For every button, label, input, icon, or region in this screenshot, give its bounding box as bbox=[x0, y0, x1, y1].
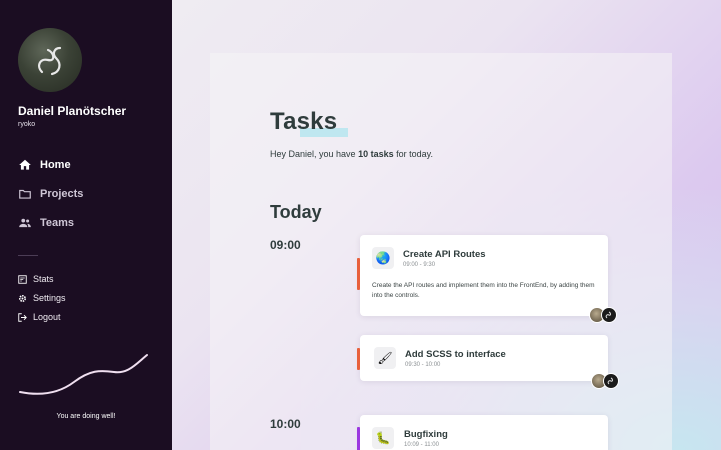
gear-icon bbox=[18, 294, 27, 302]
task-title: Bugfixing bbox=[404, 429, 448, 440]
avatar-logo-icon bbox=[607, 377, 613, 385]
sidebar-item-settings[interactable]: Settings bbox=[18, 293, 66, 303]
avatar[interactable] bbox=[18, 28, 82, 92]
assignee-avatar[interactable] bbox=[601, 307, 617, 323]
nav-item-label: Projects bbox=[40, 188, 84, 200]
avatar-logo-icon bbox=[38, 46, 62, 76]
user-handle: ryoko bbox=[18, 121, 36, 128]
page-title: Tasks bbox=[270, 108, 338, 135]
sidebar-item-label: Stats bbox=[33, 274, 54, 284]
nav-item-label: Home bbox=[40, 159, 71, 171]
brush-icon: 🖌 bbox=[374, 347, 396, 369]
globe-icon: 🌏 bbox=[372, 247, 394, 269]
task-card[interactable]: 🐛 Bugfixing 10:09 - 11:00 bbox=[357, 415, 608, 450]
task-time: 09:00 - 9:30 bbox=[403, 262, 436, 268]
nav-item-home[interactable]: Home bbox=[18, 158, 71, 172]
sidebar-divider bbox=[18, 255, 38, 256]
bug-icon: 🐛 bbox=[372, 427, 394, 449]
sidebar-item-logout[interactable]: Logout bbox=[18, 312, 61, 322]
sidebar-item-label: Logout bbox=[33, 312, 61, 322]
nav-item-projects[interactable]: Projects bbox=[18, 187, 83, 201]
home-icon bbox=[19, 159, 31, 170]
sidebar-item-label: Settings bbox=[33, 293, 66, 303]
task-accent-bar bbox=[357, 348, 360, 370]
greeting-suffix: for today. bbox=[393, 149, 433, 159]
task-accent-bar bbox=[357, 427, 360, 450]
status-message: You are doing well! bbox=[56, 413, 116, 420]
task-time: 09:30 - 10:00 bbox=[405, 362, 441, 368]
time-label: 09:00 bbox=[270, 238, 301, 252]
time-label: 10:00 bbox=[270, 417, 301, 431]
task-title: Create API Routes bbox=[403, 249, 486, 260]
section-heading: Today bbox=[270, 202, 322, 222]
task-title: Add SCSS to interface bbox=[405, 349, 506, 360]
nav-item-label: Teams bbox=[40, 217, 75, 229]
sidebar-item-stats[interactable]: Stats bbox=[18, 274, 54, 284]
task-time: 10:09 - 11:00 bbox=[404, 442, 439, 448]
stats-icon bbox=[18, 274, 27, 284]
page-title-wrapper: Tasks bbox=[270, 108, 348, 137]
folder-icon bbox=[19, 189, 31, 199]
task-card[interactable]: 🌏 Create API Routes 09:00 - 9:30 Create … bbox=[357, 235, 608, 316]
logout-icon bbox=[18, 312, 27, 322]
avatar-logo-icon bbox=[605, 311, 611, 319]
progress-wave-graphic bbox=[19, 354, 148, 395]
assignee-group bbox=[591, 373, 619, 389]
nav-item-teams[interactable]: Teams bbox=[18, 216, 74, 230]
sidebar: Daniel Planötscher ryoko Home Projects T… bbox=[0, 0, 172, 450]
greeting-prefix: Hey Daniel, you have bbox=[270, 149, 359, 159]
assignee-group bbox=[589, 307, 617, 323]
assignee-avatar[interactable] bbox=[603, 373, 619, 389]
task-description: Create the API routes and implement them… bbox=[372, 282, 595, 299]
user-name: Daniel Planötscher bbox=[18, 104, 127, 118]
people-icon bbox=[19, 218, 31, 228]
greeting-text: Hey Daniel, you have 10 tasks for today. bbox=[270, 149, 433, 159]
task-accent-bar bbox=[357, 258, 360, 290]
task-count: 10 tasks bbox=[358, 149, 394, 159]
task-card[interactable]: 🖌 Add SCSS to interface 09:30 - 10:00 bbox=[357, 335, 608, 381]
